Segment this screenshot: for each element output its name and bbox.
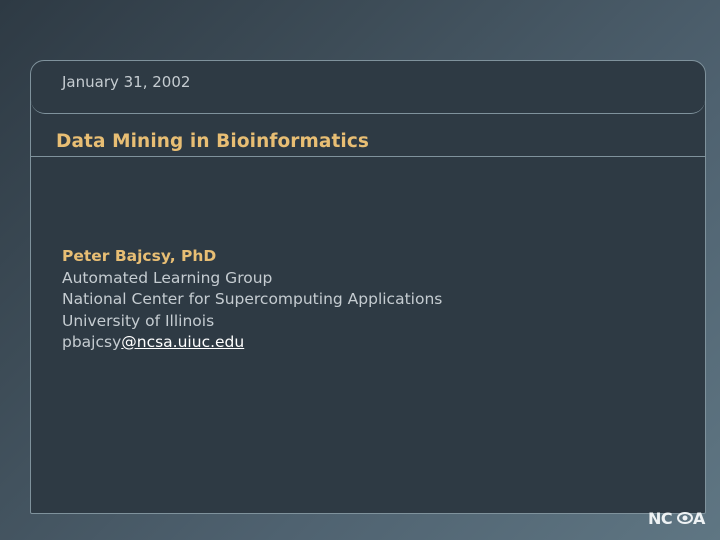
author-info: Peter Bajcsy, PhD Automated Learning Gro… [62, 246, 442, 354]
date-header: January 31, 2002 [31, 61, 705, 114]
logo-core-icon [682, 515, 688, 521]
title-divider [31, 156, 705, 157]
author-center: National Center for Supercomputing Appli… [62, 290, 443, 308]
logo-letters-left: NC [648, 509, 672, 528]
ncsa-logo-graphic: NC A [648, 509, 707, 528]
slide-panel: January 31, 2002 Data Mining in Bioinfor… [30, 60, 706, 514]
author-name: Peter Bajcsy, PhD [62, 247, 217, 265]
slide-title: Data Mining in Bioinformatics [56, 131, 370, 152]
email-domain[interactable]: @ncsa.uiuc.edu [121, 333, 244, 351]
author-university: University of Illinois [62, 311, 215, 330]
logo-letter-right: A [693, 509, 706, 528]
ncsa-logo-icon: NC A [648, 507, 710, 529]
author-group: Automated Learning Group [62, 268, 273, 287]
email-prefix: pbajcsy [62, 333, 122, 351]
slide-date: January 31, 2002 [62, 73, 191, 91]
author-email-link[interactable]: pbajcsy@ncsa.uiuc.edu [62, 332, 442, 354]
